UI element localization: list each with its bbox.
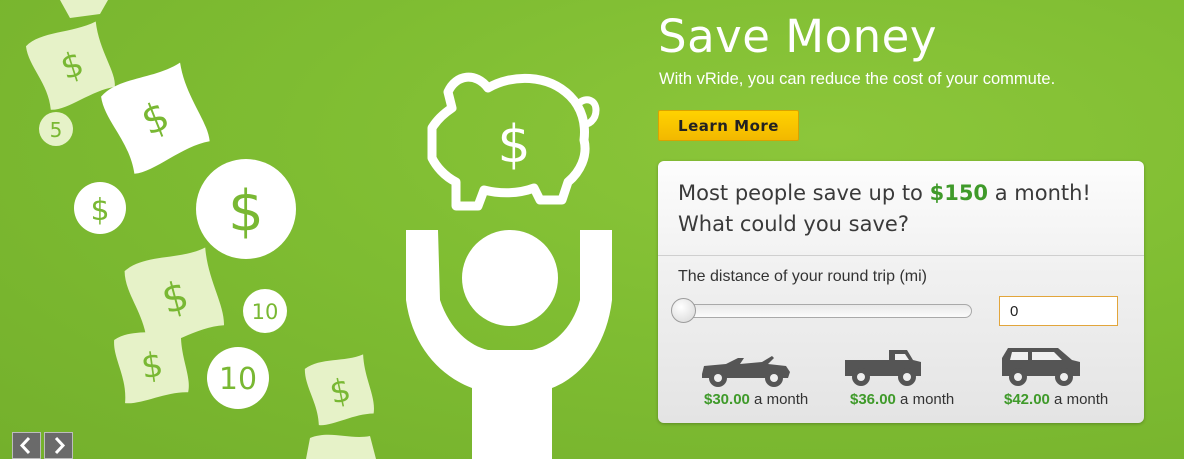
learn-more-button[interactable]: Learn More: [658, 110, 799, 141]
convertible-period: a month: [749, 391, 809, 408]
slider-handle[interactable]: [671, 298, 696, 323]
carousel-next-button[interactable]: [44, 432, 73, 459]
pickup-truck-icon: [843, 346, 923, 388]
dollar-bill-icon: [60, 0, 108, 18]
savings-headline: Most people save up to $150 a month! Wha…: [678, 178, 1128, 240]
distance-slider[interactable]: [672, 304, 972, 318]
suv-period: a month: [1049, 391, 1109, 408]
coin-icon: $: [74, 182, 126, 234]
savings-calculator-panel: Most people save up to $150 a month! Wha…: [658, 161, 1144, 423]
coin-icon: 10: [207, 347, 269, 409]
svg-text:$: $: [90, 193, 109, 228]
coin-icon: 10: [243, 289, 287, 333]
chevron-left-icon: [19, 436, 31, 455]
svg-text:5: 5: [50, 118, 63, 142]
pickup-amount: $36.00: [850, 391, 896, 408]
page-title: Save Money: [658, 10, 937, 63]
coin-icon: 5: [39, 112, 73, 146]
panel-divider: [658, 255, 1144, 256]
savings-amount: $150: [929, 181, 989, 205]
suv-savings: $42.00 a month: [1004, 391, 1108, 408]
savings-headline-prefix: Most people save up to: [678, 181, 930, 205]
suv-icon: [1000, 346, 1082, 388]
svg-text:$: $: [228, 179, 264, 244]
carousel-prev-button[interactable]: [12, 432, 41, 459]
pickup-savings: $36.00 a month: [850, 391, 954, 408]
dollar-bill-icon: [306, 434, 376, 459]
convertible-car-icon: [698, 346, 794, 388]
savings-headline-suffix: a month!: [988, 181, 1091, 205]
convertible-amount: $30.00: [704, 391, 750, 408]
dollar-bill-icon: $: [304, 354, 374, 426]
suv-amount: $42.00: [1004, 391, 1050, 408]
convertible-savings: $30.00 a month: [704, 391, 808, 408]
distance-input[interactable]: [999, 296, 1118, 326]
coin-icon: $: [196, 159, 296, 259]
distance-label: The distance of your round trip (mi): [678, 268, 927, 285]
savings-question: What could you save?: [678, 212, 909, 236]
money-illustration: $ $ 5 $ $ $ 10 $ 10 $ $: [25, 0, 612, 459]
svg-text:10: 10: [219, 362, 257, 397]
dollar-bill-icon: $: [114, 328, 189, 404]
pickup-period: a month: [895, 391, 955, 408]
svg-text:10: 10: [252, 300, 279, 324]
page-subtitle: With vRide, you can reduce the cost of y…: [659, 70, 1056, 88]
chevron-right-icon: [54, 436, 66, 455]
dollar-bill-icon: $: [101, 62, 210, 174]
svg-text:$: $: [497, 115, 530, 175]
person-icon: [406, 230, 612, 459]
